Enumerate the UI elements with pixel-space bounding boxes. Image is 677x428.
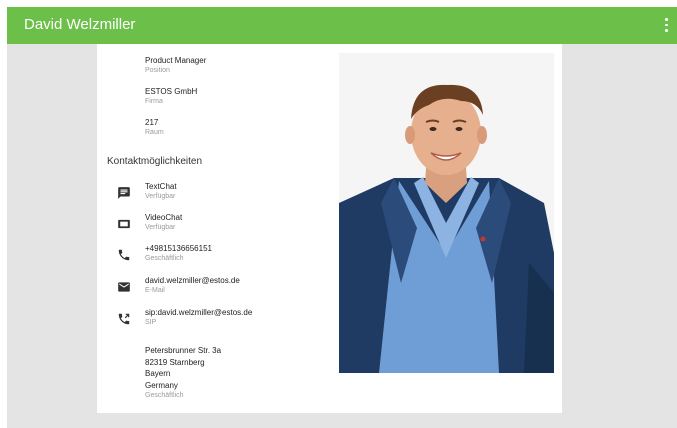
contact-item-email[interactable]: david.welzmiller@estos.de E-Mail [145, 275, 240, 296]
contact-card: Product Manager Position ESTOS GmbH Firm… [97, 44, 562, 413]
videocam-icon [118, 219, 130, 229]
company-value: ESTOS GmbH [145, 87, 198, 96]
app-window: David Welzmiller Product Manager Positio… [7, 7, 677, 428]
room-label: Raum [145, 129, 164, 136]
contact-item-videochat[interactable]: VideoChat Verfügbar [145, 212, 182, 233]
contact-item-sip[interactable]: sip:david.welzmiller@estos.de SIP [145, 307, 252, 328]
email-value: david.welzmiller@estos.de [145, 276, 240, 285]
address-label: Geschäftlich [145, 392, 184, 399]
position-label: Position [145, 67, 170, 74]
textchat-value: TextChat [145, 182, 177, 191]
contact-item-textchat[interactable]: TextChat Verfügbar [145, 181, 177, 202]
phone-value: +49815136656151 [145, 244, 212, 253]
contact-section-title: Kontaktmöglichkeiten [107, 156, 203, 167]
phone-label: Geschäftlich [145, 255, 184, 262]
address-country: Germany [145, 380, 178, 390]
company-field: ESTOS GmbH Firma [145, 86, 197, 107]
chat-icon [118, 187, 130, 199]
email-label: E-Mail [145, 287, 165, 294]
videochat-value: VideoChat [145, 213, 183, 222]
portrait-image [339, 53, 554, 373]
app-bar: David Welzmiller [7, 7, 677, 44]
phone-icon [118, 249, 130, 261]
sip-value: sip:david.welzmiller@estos.de [145, 308, 253, 317]
contact-photo [339, 53, 554, 373]
more-vert-icon[interactable] [661, 15, 671, 35]
position-value: Product Manager [145, 56, 207, 65]
room-value: 217 [145, 118, 159, 127]
address-street: Petersbrunner Str. 3a [145, 346, 222, 355]
sip-label: SIP [145, 319, 157, 326]
textchat-label: Verfügbar [145, 193, 176, 200]
contact-item-phone[interactable]: +49815136656151 Geschäftlich [145, 243, 212, 264]
sip-call-icon [118, 313, 130, 325]
email-icon [118, 282, 130, 292]
address-city: 82319 Starnberg [145, 357, 205, 367]
videochat-label: Verfügbar [145, 224, 176, 231]
room-field: 217 Raum [145, 117, 164, 138]
position-field: Product Manager Position [145, 55, 206, 76]
company-label: Firma [145, 98, 163, 105]
contact-name-title: David Welzmiller [24, 16, 136, 33]
address-state: Bayern [145, 369, 171, 378]
address-block[interactable]: Petersbrunner Str. 3a 82319 Starnberg Ba… [145, 345, 221, 401]
